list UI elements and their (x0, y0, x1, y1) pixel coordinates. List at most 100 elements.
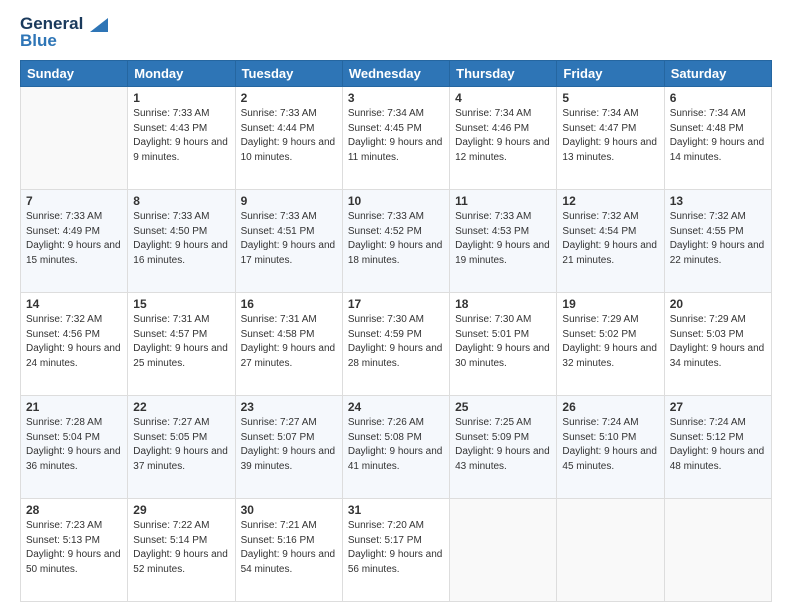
header: General Blue (20, 15, 772, 50)
weekday-header: Wednesday (342, 61, 449, 87)
day-number: 28 (26, 503, 122, 517)
calendar-cell: 9 Sunrise: 7:33 AMSunset: 4:51 PMDayligh… (235, 190, 342, 293)
day-number: 9 (241, 194, 337, 208)
day-info: Sunrise: 7:26 AMSunset: 5:08 PMDaylight:… (348, 416, 444, 474)
day-number: 6 (670, 91, 766, 105)
day-info: Sunrise: 7:31 AMSunset: 4:57 PMDaylight:… (133, 313, 229, 371)
weekday-header: Saturday (664, 61, 771, 87)
day-number: 22 (133, 400, 229, 414)
day-info: Sunrise: 7:24 AMSunset: 5:12 PMDaylight:… (670, 416, 766, 474)
calendar-cell: 8 Sunrise: 7:33 AMSunset: 4:50 PMDayligh… (128, 190, 235, 293)
day-number: 2 (241, 91, 337, 105)
day-number: 10 (348, 194, 444, 208)
calendar-cell: 1 Sunrise: 7:33 AMSunset: 4:43 PMDayligh… (128, 87, 235, 190)
calendar-cell: 29 Sunrise: 7:22 AMSunset: 5:14 PMDaylig… (128, 499, 235, 602)
day-info: Sunrise: 7:27 AMSunset: 5:07 PMDaylight:… (241, 416, 337, 474)
day-info: Sunrise: 7:34 AMSunset: 4:45 PMDaylight:… (348, 107, 444, 165)
weekday-header: Friday (557, 61, 664, 87)
day-info: Sunrise: 7:27 AMSunset: 5:05 PMDaylight:… (133, 416, 229, 474)
day-number: 3 (348, 91, 444, 105)
day-info: Sunrise: 7:32 AMSunset: 4:54 PMDaylight:… (562, 210, 658, 268)
day-info: Sunrise: 7:23 AMSunset: 5:13 PMDaylight:… (26, 519, 122, 577)
day-number: 19 (562, 297, 658, 311)
day-number: 5 (562, 91, 658, 105)
day-info: Sunrise: 7:33 AMSunset: 4:44 PMDaylight:… (241, 107, 337, 165)
day-info: Sunrise: 7:33 AMSunset: 4:53 PMDaylight:… (455, 210, 551, 268)
day-number: 27 (670, 400, 766, 414)
calendar-cell: 30 Sunrise: 7:21 AMSunset: 5:16 PMDaylig… (235, 499, 342, 602)
calendar-cell: 5 Sunrise: 7:34 AMSunset: 4:47 PMDayligh… (557, 87, 664, 190)
day-number: 7 (26, 194, 122, 208)
day-info: Sunrise: 7:33 AMSunset: 4:49 PMDaylight:… (26, 210, 122, 268)
calendar-cell: 20 Sunrise: 7:29 AMSunset: 5:03 PMDaylig… (664, 293, 771, 396)
day-number: 21 (26, 400, 122, 414)
day-info: Sunrise: 7:25 AMSunset: 5:09 PMDaylight:… (455, 416, 551, 474)
day-number: 31 (348, 503, 444, 517)
calendar-cell: 17 Sunrise: 7:30 AMSunset: 4:59 PMDaylig… (342, 293, 449, 396)
calendar-cell (557, 499, 664, 602)
calendar-cell: 13 Sunrise: 7:32 AMSunset: 4:55 PMDaylig… (664, 190, 771, 293)
day-number: 26 (562, 400, 658, 414)
day-number: 16 (241, 297, 337, 311)
day-info: Sunrise: 7:24 AMSunset: 5:10 PMDaylight:… (562, 416, 658, 474)
day-info: Sunrise: 7:31 AMSunset: 4:58 PMDaylight:… (241, 313, 337, 371)
day-info: Sunrise: 7:22 AMSunset: 5:14 PMDaylight:… (133, 519, 229, 577)
day-info: Sunrise: 7:34 AMSunset: 4:46 PMDaylight:… (455, 107, 551, 165)
calendar-cell: 14 Sunrise: 7:32 AMSunset: 4:56 PMDaylig… (21, 293, 128, 396)
weekday-header: Thursday (450, 61, 557, 87)
day-info: Sunrise: 7:30 AMSunset: 4:59 PMDaylight:… (348, 313, 444, 371)
logo: General Blue (20, 15, 108, 50)
calendar-cell: 15 Sunrise: 7:31 AMSunset: 4:57 PMDaylig… (128, 293, 235, 396)
calendar-table: SundayMondayTuesdayWednesdayThursdayFrid… (20, 60, 772, 602)
calendar-cell: 18 Sunrise: 7:30 AMSunset: 5:01 PMDaylig… (450, 293, 557, 396)
calendar-cell: 22 Sunrise: 7:27 AMSunset: 5:05 PMDaylig… (128, 396, 235, 499)
calendar-cell: 6 Sunrise: 7:34 AMSunset: 4:48 PMDayligh… (664, 87, 771, 190)
calendar-cell: 7 Sunrise: 7:33 AMSunset: 4:49 PMDayligh… (21, 190, 128, 293)
day-info: Sunrise: 7:33 AMSunset: 4:50 PMDaylight:… (133, 210, 229, 268)
calendar-cell: 4 Sunrise: 7:34 AMSunset: 4:46 PMDayligh… (450, 87, 557, 190)
calendar-cell (450, 499, 557, 602)
day-info: Sunrise: 7:21 AMSunset: 5:16 PMDaylight:… (241, 519, 337, 577)
day-info: Sunrise: 7:34 AMSunset: 4:47 PMDaylight:… (562, 107, 658, 165)
day-number: 8 (133, 194, 229, 208)
day-info: Sunrise: 7:20 AMSunset: 5:17 PMDaylight:… (348, 519, 444, 577)
day-info: Sunrise: 7:32 AMSunset: 4:55 PMDaylight:… (670, 210, 766, 268)
day-info: Sunrise: 7:29 AMSunset: 5:03 PMDaylight:… (670, 313, 766, 371)
weekday-header: Tuesday (235, 61, 342, 87)
calendar-cell: 2 Sunrise: 7:33 AMSunset: 4:44 PMDayligh… (235, 87, 342, 190)
day-number: 29 (133, 503, 229, 517)
day-info: Sunrise: 7:28 AMSunset: 5:04 PMDaylight:… (26, 416, 122, 474)
calendar-cell (21, 87, 128, 190)
day-number: 13 (670, 194, 766, 208)
day-number: 18 (455, 297, 551, 311)
calendar-cell: 19 Sunrise: 7:29 AMSunset: 5:02 PMDaylig… (557, 293, 664, 396)
day-info: Sunrise: 7:33 AMSunset: 4:52 PMDaylight:… (348, 210, 444, 268)
day-number: 15 (133, 297, 229, 311)
day-number: 17 (348, 297, 444, 311)
day-number: 30 (241, 503, 337, 517)
calendar-cell: 27 Sunrise: 7:24 AMSunset: 5:12 PMDaylig… (664, 396, 771, 499)
calendar-cell: 10 Sunrise: 7:33 AMSunset: 4:52 PMDaylig… (342, 190, 449, 293)
calendar-header-row: SundayMondayTuesdayWednesdayThursdayFrid… (21, 61, 772, 87)
calendar-cell: 24 Sunrise: 7:26 AMSunset: 5:08 PMDaylig… (342, 396, 449, 499)
calendar-week-row: 21 Sunrise: 7:28 AMSunset: 5:04 PMDaylig… (21, 396, 772, 499)
calendar-cell: 11 Sunrise: 7:33 AMSunset: 4:53 PMDaylig… (450, 190, 557, 293)
day-info: Sunrise: 7:32 AMSunset: 4:56 PMDaylight:… (26, 313, 122, 371)
calendar-week-row: 7 Sunrise: 7:33 AMSunset: 4:49 PMDayligh… (21, 190, 772, 293)
day-number: 23 (241, 400, 337, 414)
calendar-cell: 23 Sunrise: 7:27 AMSunset: 5:07 PMDaylig… (235, 396, 342, 499)
day-number: 14 (26, 297, 122, 311)
day-number: 12 (562, 194, 658, 208)
calendar-cell: 28 Sunrise: 7:23 AMSunset: 5:13 PMDaylig… (21, 499, 128, 602)
day-number: 11 (455, 194, 551, 208)
day-number: 4 (455, 91, 551, 105)
page: General Blue SundayMondayTuesdayWednesda… (0, 0, 792, 612)
day-number: 24 (348, 400, 444, 414)
calendar-cell: 31 Sunrise: 7:20 AMSunset: 5:17 PMDaylig… (342, 499, 449, 602)
day-info: Sunrise: 7:34 AMSunset: 4:48 PMDaylight:… (670, 107, 766, 165)
day-info: Sunrise: 7:33 AMSunset: 4:51 PMDaylight:… (241, 210, 337, 268)
calendar-week-row: 28 Sunrise: 7:23 AMSunset: 5:13 PMDaylig… (21, 499, 772, 602)
day-info: Sunrise: 7:29 AMSunset: 5:02 PMDaylight:… (562, 313, 658, 371)
day-number: 1 (133, 91, 229, 105)
calendar-cell: 16 Sunrise: 7:31 AMSunset: 4:58 PMDaylig… (235, 293, 342, 396)
